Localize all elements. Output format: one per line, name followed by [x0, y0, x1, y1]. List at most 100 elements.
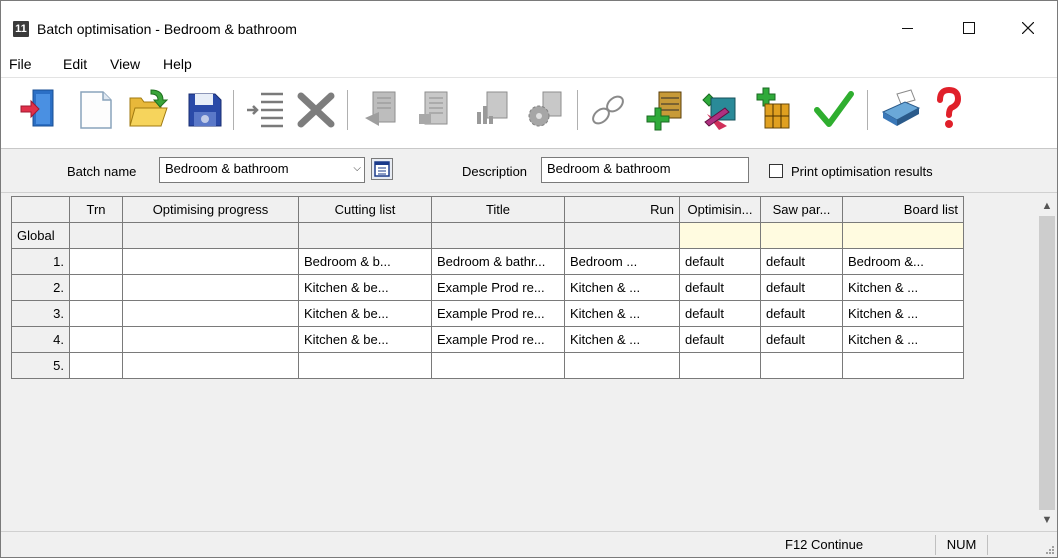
menu-view[interactable]: View [110, 56, 140, 72]
column-header-board-list[interactable]: Board list [842, 196, 964, 223]
grid-cell-saw-parameters[interactable] [760, 352, 843, 379]
grid-cell-trn[interactable] [69, 248, 123, 275]
grid-cell-title[interactable]: Bedroom & bathr... [431, 248, 565, 275]
delete-button[interactable] [295, 86, 337, 132]
grid-cell-run[interactable]: Bedroom ... [564, 248, 680, 275]
link-button[interactable] [587, 86, 629, 132]
new-button[interactable] [75, 86, 117, 132]
grid-cell-progress[interactable] [122, 248, 299, 275]
exit-button[interactable] [19, 86, 61, 132]
batch-name-combo[interactable]: Bedroom & bathroom ⌵ [159, 157, 365, 183]
grid-cell-saw-parameters[interactable]: default [760, 274, 843, 301]
grid-cell-optimising[interactable] [679, 352, 761, 379]
grid-cell-run[interactable]: Kitchen & ... [564, 274, 680, 301]
vertical-scrollbar[interactable]: ▲ ▼ [1037, 196, 1057, 530]
grid-cell-run[interactable]: Kitchen & ... [564, 300, 680, 327]
description-input[interactable]: Bedroom & bathroom [541, 157, 749, 183]
grid-cell-global-board[interactable] [842, 222, 964, 249]
row-number[interactable]: 2. [11, 274, 70, 301]
grid-cell-title[interactable] [431, 352, 565, 379]
grid-cell-board-list[interactable]: Kitchen & ... [842, 300, 964, 327]
table-row[interactable]: 4. Kitchen & be... Example Prod re... Kitch… [11, 326, 964, 353]
table-row[interactable]: 2. Kitchen & be... Example Prod re... Kitch… [11, 274, 964, 301]
resize-grip-icon[interactable] [1044, 544, 1054, 554]
table-row[interactable]: 3. Kitchen & be... Example Prod re... Kitch… [11, 300, 964, 327]
insert-row-button[interactable] [245, 86, 287, 132]
column-header-progress[interactable]: Optimising progress [122, 196, 299, 223]
row-number[interactable]: 1. [11, 248, 70, 275]
grid-cell-cutting-list[interactable]: Kitchen & be... [298, 326, 432, 353]
column-header-run[interactable]: Run [564, 196, 680, 223]
menu-help[interactable]: Help [163, 56, 192, 72]
batch-list-button[interactable] [371, 158, 393, 180]
scroll-thumb[interactable] [1039, 216, 1055, 510]
grid-cell-title[interactable]: Example Prod re... [431, 300, 565, 327]
report-button[interactable] [361, 86, 403, 132]
grid-cell-progress[interactable] [122, 274, 299, 301]
grid-cell[interactable] [298, 222, 432, 249]
column-header-cutting-list[interactable]: Cutting list [298, 196, 432, 223]
grid-cell-cutting-list[interactable]: Kitchen & be... [298, 300, 432, 327]
optimise-button[interactable] [813, 86, 855, 132]
row-number[interactable]: 3. [11, 300, 70, 327]
grid-cell-run[interactable]: Kitchen & ... [564, 326, 680, 353]
grid-cell-saw-parameters[interactable]: default [760, 248, 843, 275]
add-parts-button[interactable] [697, 86, 739, 132]
grid-cell-title[interactable]: Example Prod re... [431, 326, 565, 353]
grid-cell-saw-parameters[interactable]: default [760, 326, 843, 353]
grid-cell-board-list[interactable]: Bedroom &... [842, 248, 964, 275]
print-report-button[interactable] [413, 86, 455, 132]
grid-cell-board-list[interactable]: Kitchen & ... [842, 274, 964, 301]
grid-cell-cutting-list[interactable]: Kitchen & be... [298, 274, 432, 301]
menu-file[interactable]: File [9, 56, 32, 72]
grid-cell-trn[interactable] [69, 274, 123, 301]
help-button[interactable] [927, 86, 969, 132]
grid-cell-progress[interactable] [122, 352, 299, 379]
maximize-button[interactable] [945, 13, 991, 43]
column-header-trn[interactable]: Trn [69, 196, 123, 223]
table-row[interactable]: 1. Bedroom & b... Bedroom & bathr... Bedroo… [11, 248, 964, 275]
saw-report-button[interactable] [525, 86, 567, 132]
global-row-label[interactable]: Global [11, 222, 70, 249]
grid-cell-run[interactable] [564, 352, 680, 379]
grid-cell-progress[interactable] [122, 300, 299, 327]
column-header-title[interactable]: Title [431, 196, 565, 223]
column-header-saw-parameters[interactable]: Saw par... [760, 196, 843, 223]
grid-cell-trn[interactable] [69, 300, 123, 327]
grid-cell[interactable] [564, 222, 680, 249]
grid-cell-progress[interactable] [122, 326, 299, 353]
grid-cell[interactable] [69, 222, 123, 249]
grid-cell-global-saw[interactable] [760, 222, 843, 249]
grid-cell-optimising[interactable]: default [679, 300, 761, 327]
add-boards-button[interactable] [643, 86, 685, 132]
grid-cell[interactable] [431, 222, 565, 249]
grid-cell-board-list[interactable]: Kitchen & ... [842, 326, 964, 353]
grid-cell-cutting-list[interactable] [298, 352, 432, 379]
graph-report-button[interactable] [471, 86, 513, 132]
print-button[interactable] [879, 86, 921, 132]
save-button[interactable] [183, 86, 225, 132]
grid-cell-board-list[interactable] [842, 352, 964, 379]
grid-cell-saw-parameters[interactable]: default [760, 300, 843, 327]
row-number[interactable]: 4. [11, 326, 70, 353]
grid-cell-optimising[interactable]: default [679, 326, 761, 353]
menu-edit[interactable]: Edit [63, 56, 87, 72]
grid-cell-title[interactable]: Example Prod re... [431, 274, 565, 301]
grid-cell-cutting-list[interactable]: Bedroom & b... [298, 248, 432, 275]
row-number[interactable]: 5. [11, 352, 70, 379]
chevron-down-icon[interactable]: ⌵ [353, 163, 361, 174]
grid-cell[interactable] [122, 222, 299, 249]
print-results-checkbox[interactable] [769, 164, 783, 178]
table-row[interactable]: 5. [11, 352, 964, 379]
minimize-button[interactable] [885, 13, 931, 43]
grid-cell-global-optimising[interactable] [679, 222, 761, 249]
grid-cell-optimising[interactable]: default [679, 248, 761, 275]
close-button[interactable] [1005, 13, 1051, 43]
column-header-optimising[interactable]: Optimisin... [679, 196, 761, 223]
open-button[interactable] [127, 86, 169, 132]
scroll-down-icon[interactable]: ▼ [1037, 510, 1057, 530]
grid-cell-optimising[interactable]: default [679, 274, 761, 301]
grid-cell-trn[interactable] [69, 352, 123, 379]
add-offcuts-button[interactable] [753, 86, 795, 132]
scroll-up-icon[interactable]: ▲ [1037, 196, 1057, 216]
